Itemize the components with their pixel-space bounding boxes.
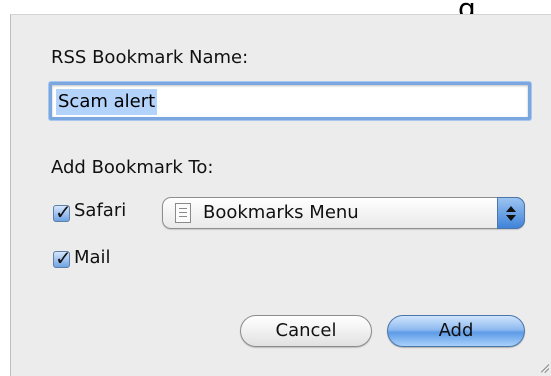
document-list-icon — [175, 203, 191, 223]
bookmark-location-popup[interactable]: Bookmarks Menu — [162, 197, 525, 229]
mail-checkbox[interactable]: ✓ — [53, 246, 72, 270]
up-down-arrows-icon — [497, 197, 525, 229]
checkmark-icon: ✓ — [55, 246, 72, 270]
add-button[interactable]: Add — [387, 315, 525, 347]
cancel-button[interactable]: Cancel — [240, 315, 372, 347]
add-bookmark-to-label: Add Bookmark To: — [51, 157, 214, 178]
bookmark-name-label: RSS Bookmark Name: — [51, 47, 249, 68]
safari-checkbox[interactable]: ✓ — [53, 200, 72, 224]
safari-label[interactable]: Safari — [74, 200, 126, 221]
bookmark-location-value: Bookmarks Menu — [203, 202, 359, 223]
screen: g RSS Bookmark Name: Scam alert Add Book… — [0, 0, 551, 376]
bookmark-name-input[interactable]: Scam alert — [49, 82, 531, 120]
bookmark-name-value: Scam alert — [56, 89, 158, 115]
mail-label[interactable]: Mail — [74, 247, 111, 268]
checkmark-icon: ✓ — [55, 200, 72, 224]
rss-bookmark-dialog: RSS Bookmark Name: Scam alert Add Bookma… — [10, 14, 551, 376]
resize-grip-icon[interactable] — [535, 358, 550, 374]
